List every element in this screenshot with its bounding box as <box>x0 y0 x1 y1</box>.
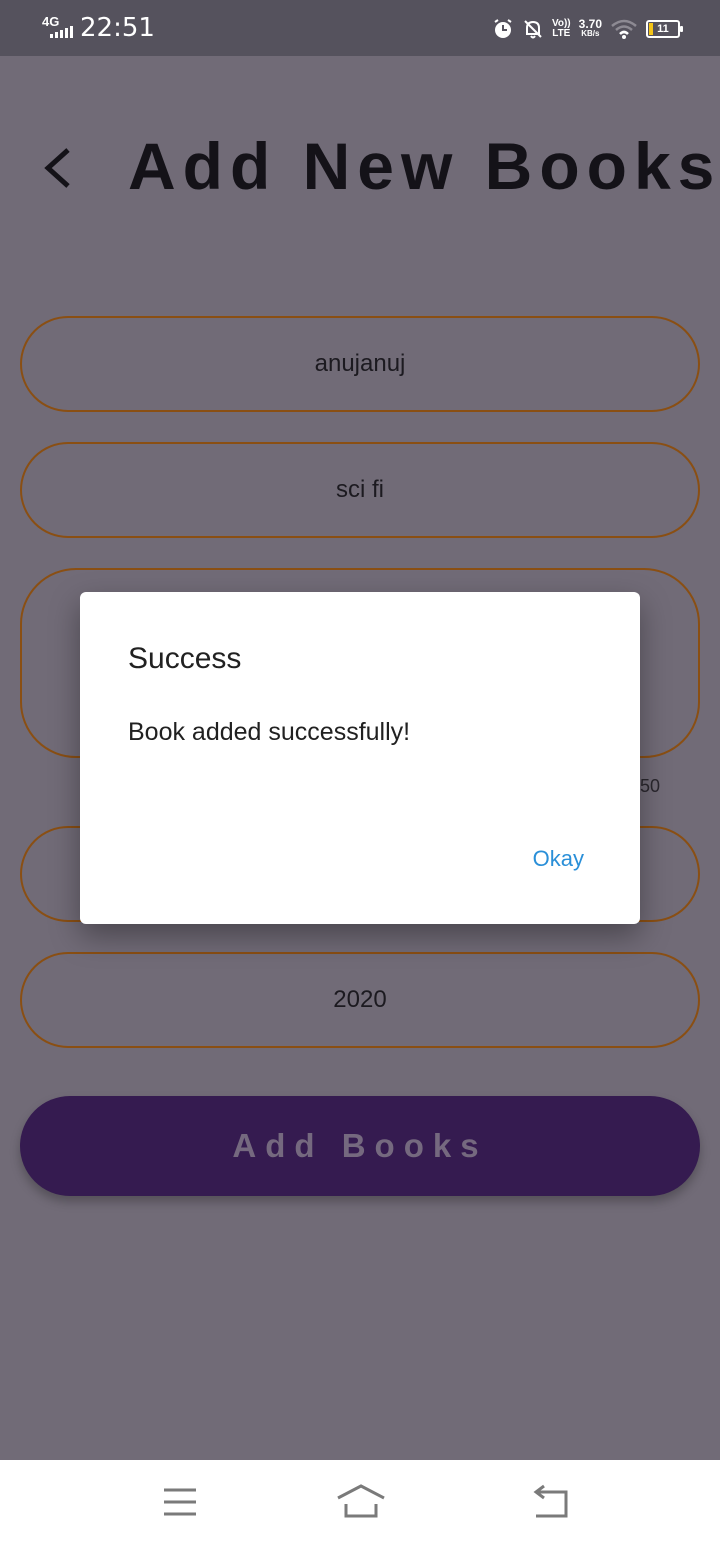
okay-button[interactable]: Okay <box>533 846 584 872</box>
signal-icon <box>50 26 73 38</box>
dialog-message: Book added successfully! <box>128 718 411 746</box>
success-dialog: Success Book added successfully! Okay <box>80 592 640 924</box>
add-books-button[interactable]: Add Books <box>20 1096 700 1196</box>
bell-off-icon <box>524 20 542 39</box>
page-title: Add New Books <box>128 129 720 203</box>
navigation-bar <box>0 1460 720 1544</box>
status-bar: 4G 22:51 Vo)) LTE 3.70 KB/s 11 <box>0 0 720 56</box>
back-icon[interactable] <box>530 1484 570 1520</box>
home-icon[interactable] <box>336 1484 386 1520</box>
character-counter: 50 <box>640 776 661 796</box>
year-value: 2020 <box>333 986 387 1013</box>
status-icons: Vo)) LTE 3.70 KB/s 11 <box>492 14 683 44</box>
menu-icon[interactable] <box>162 1484 198 1520</box>
wifi-icon <box>611 19 637 39</box>
year-field[interactable]: 2020 <box>20 952 700 1048</box>
chevron-left-icon[interactable] <box>40 146 76 190</box>
network-speed: 3.70 KB/s <box>578 17 602 38</box>
book-name-field[interactable]: anujanuj <box>20 316 700 412</box>
genre-field[interactable]: sci fi <box>20 442 700 538</box>
dialog-title: Success <box>128 642 242 675</box>
book-name-value: anujanuj <box>314 350 406 377</box>
genre-value: sci fi <box>336 476 384 503</box>
battery-icon: 11 <box>646 20 683 38</box>
alarm-icon <box>494 19 512 38</box>
clock: 22:51 <box>80 13 155 43</box>
volte-indicator: Vo)) LTE <box>551 18 571 39</box>
